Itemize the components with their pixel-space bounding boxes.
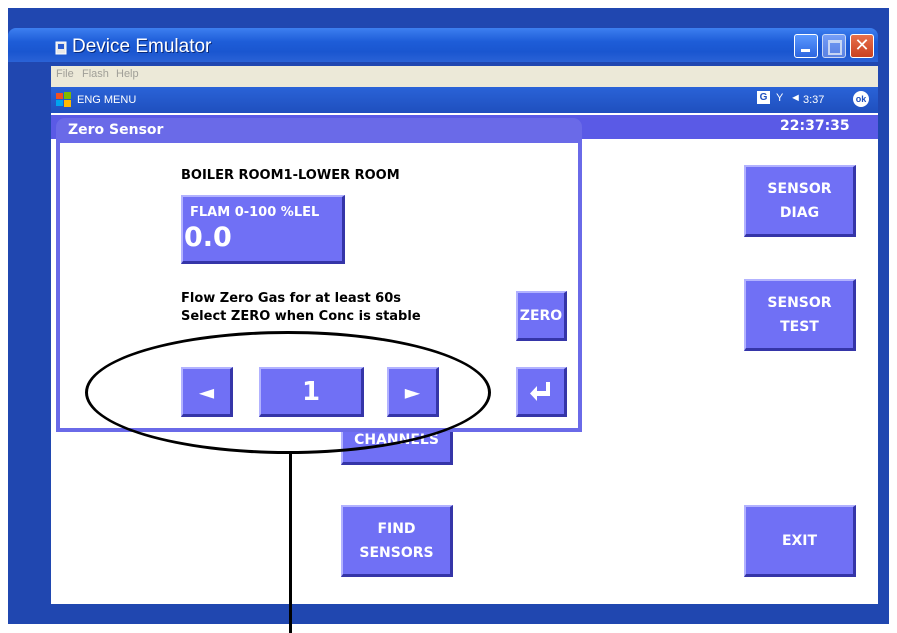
instruction-line-1: Flow Zero Gas for at least 60s: [181, 291, 402, 306]
dialog-title: Zero Sensor: [68, 122, 164, 138]
annotation-pointer-line: [289, 452, 292, 633]
menubar: [51, 66, 878, 87]
maximize-button[interactable]: [822, 34, 846, 58]
sensor-value: 0.0: [184, 222, 232, 253]
close-button[interactable]: ✕: [850, 34, 874, 58]
find-sensors-button[interactable]: FIND SENSORS: [341, 505, 453, 577]
exit-button[interactable]: EXIT: [744, 505, 856, 577]
menu-help[interactable]: Help: [116, 68, 139, 80]
signal-icon: Y: [776, 92, 784, 104]
sensor-test-button[interactable]: SENSOR TEST: [744, 279, 856, 351]
sensor-range: FLAM 0-100 %LEL: [190, 205, 320, 220]
annotation-ellipse: [85, 331, 491, 454]
enter-button[interactable]: [516, 367, 567, 417]
menu-flash[interactable]: Flash: [82, 68, 109, 80]
instruction-line-2: Select ZERO when Conc is stable: [181, 309, 421, 324]
window-title: Device Emulator: [72, 36, 212, 57]
location-label: BOILER ROOM1-LOWER ROOM: [181, 168, 400, 183]
wm-title: ENG MENU: [77, 94, 137, 106]
minimize-button[interactable]: [794, 34, 818, 58]
app-icon: [55, 41, 67, 55]
wm-taskbar: [51, 87, 878, 113]
menu-file[interactable]: File: [56, 68, 74, 80]
windows-start-icon[interactable]: [55, 91, 73, 109]
zero-button[interactable]: ZERO: [516, 291, 567, 341]
sensor-diag-button[interactable]: SENSOR DIAG: [744, 165, 856, 237]
g-icon: G: [757, 91, 770, 104]
enter-icon: [530, 381, 550, 401]
ok-button[interactable]: ok: [853, 91, 869, 107]
tray-time: 3:37: [803, 94, 825, 106]
volume-icon[interactable]: ◄: [790, 92, 801, 104]
close-icon: ✕: [854, 35, 870, 56]
clock: 22:37:35: [780, 118, 850, 134]
